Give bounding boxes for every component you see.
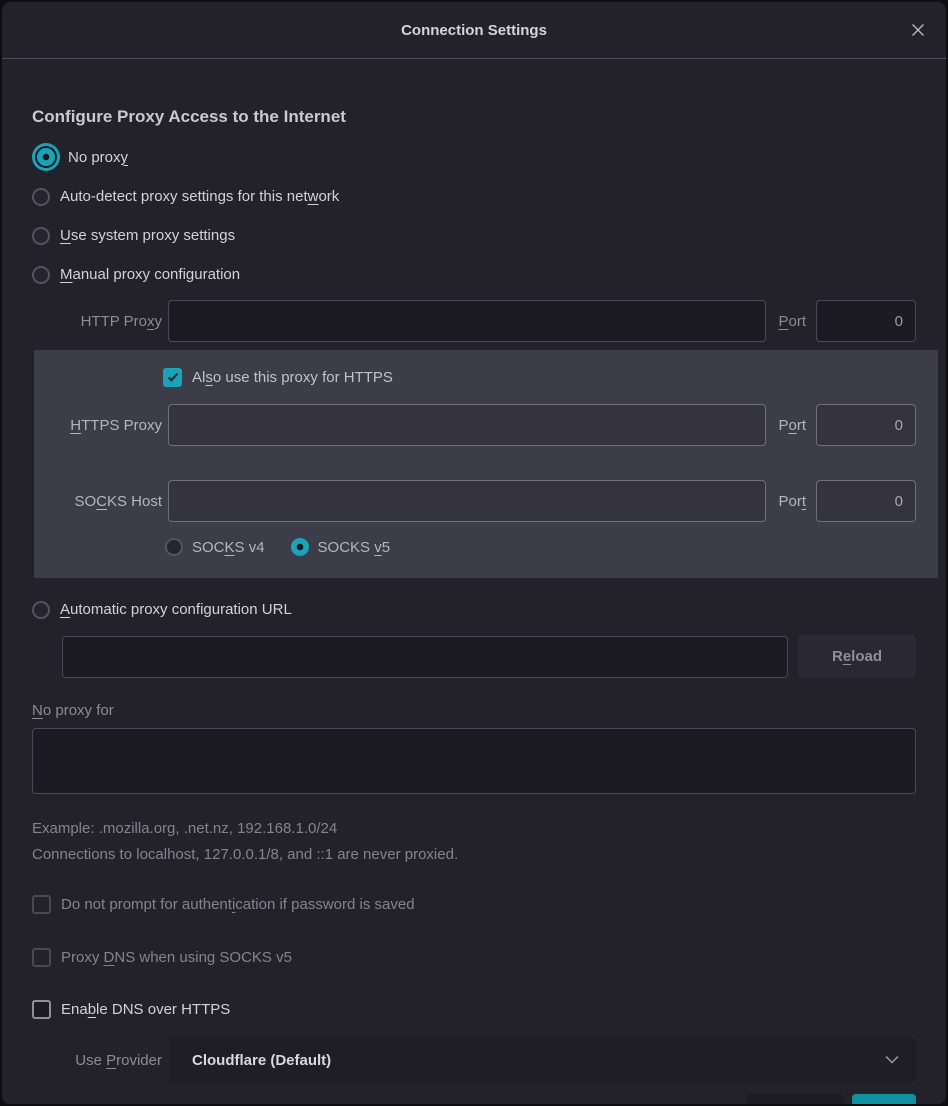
radio-no-proxy[interactable]: No proxy — [32, 143, 916, 171]
connection-settings-dialog: Connection Settings Configure Proxy Acce… — [2, 2, 946, 1104]
http-proxy-label: HTTP Proxy — [56, 313, 162, 330]
no-proxy-example-text: Example: .mozilla.org, .net.nz, 192.168.… — [32, 820, 916, 837]
checked-checkbox-icon — [163, 368, 182, 387]
reload-button: Reload — [798, 635, 916, 678]
socks-v5-radio[interactable] — [291, 538, 309, 556]
cancel-button[interactable]: Cancel — [746, 1094, 844, 1104]
radio-use-system[interactable]: Use system proxy settings — [32, 222, 916, 249]
http-port-input — [816, 300, 916, 342]
socks-v4-radio[interactable] — [165, 538, 183, 556]
proxy-dns-socks5-checkbox-row: Proxy DNS when using SOCKS v5 — [32, 944, 916, 970]
https-proxy-label: HTTPS Proxy — [56, 417, 162, 434]
socks-host-row: SOCKS Host Port — [56, 480, 916, 522]
unchecked-checkbox-icon — [32, 1000, 51, 1019]
http-proxy-input — [168, 300, 766, 342]
radio-auto-detect-label: Auto-detect proxy settings for this netw… — [60, 188, 339, 205]
use-provider-label: Use Provider — [56, 1052, 162, 1069]
socks-host-label: SOCKS Host — [56, 493, 162, 510]
auto-proxy-url-row: Reload — [62, 635, 916, 678]
socks-host-input — [168, 480, 766, 522]
no-proxy-for-label: No proxy for — [32, 702, 916, 719]
https-port-label: Port — [778, 417, 806, 434]
socks-v4-label[interactable]: SOCKS v4 — [192, 539, 265, 556]
socks-v5-label[interactable]: SOCKS v5 — [318, 539, 391, 556]
https-port-input — [816, 404, 916, 446]
radio-auto-detect[interactable]: Auto-detect proxy settings for this netw… — [32, 183, 916, 210]
radio-auto-proxy-url-label: Automatic proxy configuration URL — [60, 601, 292, 618]
provider-dropdown[interactable]: Cloudflare (Default) — [170, 1038, 916, 1082]
enable-doh-label: Enable DNS over HTTPS — [61, 1001, 230, 1018]
no-prompt-auth-label: Do not prompt for authentication if pass… — [61, 896, 415, 913]
localhost-note-text: Connections to localhost, 127.0.0.1/8, a… — [32, 846, 916, 863]
dialog-title: Connection Settings — [401, 22, 547, 39]
chevron-down-icon — [884, 1055, 900, 1065]
radio-use-system-label: Use system proxy settings — [60, 227, 235, 244]
radio-auto-proxy-url[interactable]: Automatic proxy configuration URL — [32, 596, 916, 623]
unchecked-checkbox-icon — [32, 948, 51, 967]
close-button[interactable] — [904, 16, 932, 44]
doh-provider-row: Use Provider Cloudflare (Default) — [56, 1038, 916, 1082]
enable-doh-checkbox-row[interactable]: Enable DNS over HTTPS — [32, 996, 916, 1022]
checkmark-icon — [166, 370, 180, 384]
provider-dropdown-value: Cloudflare (Default) — [192, 1052, 884, 1069]
no-prompt-auth-checkbox-row: Do not prompt for authentication if pass… — [32, 891, 916, 917]
radio-icon — [32, 227, 50, 245]
ok-button[interactable]: OK — [852, 1094, 916, 1104]
socks-port-input — [816, 480, 916, 522]
http-proxy-row: HTTP Proxy Port — [56, 300, 916, 342]
radio-icon — [37, 148, 55, 166]
radio-manual-proxy[interactable]: Manual proxy configuration — [32, 261, 916, 288]
socks-port-label: Port — [778, 493, 806, 510]
https-proxy-input — [168, 404, 766, 446]
close-icon — [910, 22, 926, 38]
page-title: Configure Proxy Access to the Internet — [32, 107, 916, 127]
dialog-body: Configure Proxy Access to the Internet N… — [2, 59, 946, 1104]
dialog-titlebar: Connection Settings — [2, 2, 946, 59]
auto-proxy-url-input — [62, 636, 788, 678]
options-checkbox-stack: Do not prompt for authentication if pass… — [32, 891, 916, 1022]
unchecked-checkbox-icon — [32, 895, 51, 914]
also-use-https-checkbox-row[interactable]: Also use this proxy for HTTPS — [163, 364, 916, 390]
socks-version-row: SOCKS v4 SOCKS v5 — [165, 538, 916, 556]
proxy-dns-socks5-label: Proxy DNS when using SOCKS v5 — [61, 949, 292, 966]
dialog-footer: Cancel OK — [32, 1094, 916, 1104]
radio-icon — [32, 266, 50, 284]
https-socks-highlight-section: Also use this proxy for HTTPS HTTPS Prox… — [34, 350, 938, 578]
http-port-label: Port — [778, 313, 806, 330]
also-use-https-label: Also use this proxy for HTTPS — [192, 369, 393, 386]
no-proxy-for-textarea[interactable] — [32, 728, 916, 794]
radio-icon — [32, 188, 50, 206]
radio-no-proxy-label: No proxy — [68, 149, 128, 166]
radio-manual-proxy-label: Manual proxy configuration — [60, 266, 240, 283]
https-proxy-row: HTTPS Proxy Port — [56, 404, 916, 446]
radio-icon — [32, 601, 50, 619]
